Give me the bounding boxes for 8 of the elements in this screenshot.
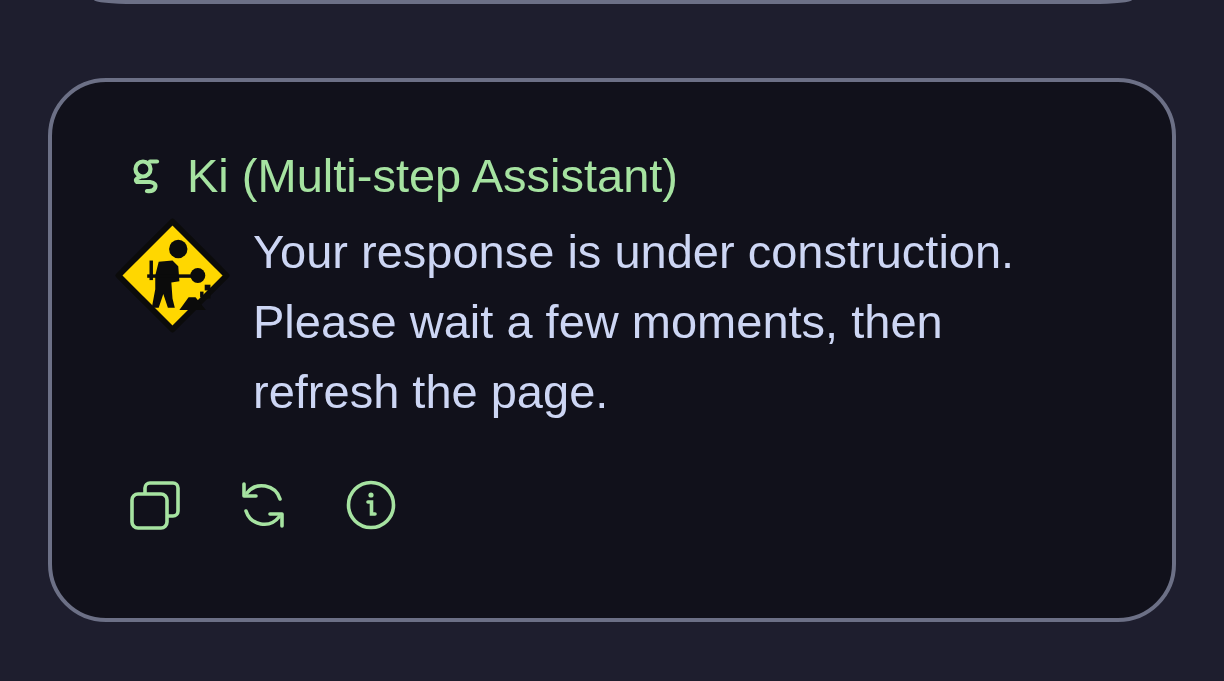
info-icon	[346, 480, 396, 530]
info-button[interactable]	[346, 480, 396, 530]
construction-sign-icon	[115, 218, 230, 333]
copy-icon	[130, 480, 180, 530]
author-name: Ki (Multi-step Assistant)	[187, 148, 679, 204]
logo-icon	[130, 158, 160, 194]
copy-button[interactable]	[130, 480, 180, 530]
message-text: Your response is under construction. Please wait a few moments, then refresh the page.	[253, 224, 1016, 420]
